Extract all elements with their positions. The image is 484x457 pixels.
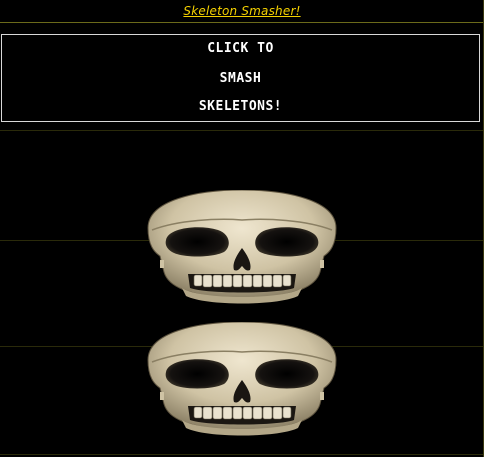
skeleton-smasher-link[interactable]: Skeleton Smasher! xyxy=(0,4,484,18)
instruction-line-3: SKELETONS! xyxy=(198,99,283,114)
divider-line xyxy=(0,22,484,23)
divider-line xyxy=(0,454,484,455)
instruction-line-1: CLICK TO xyxy=(207,41,274,56)
instruction-line-2: SMASH xyxy=(219,71,262,86)
game-page: Skeleton Smasher! CLICK TO SMASH SKELETO… xyxy=(0,0,484,457)
skull-target[interactable] xyxy=(138,190,346,306)
divider-line xyxy=(0,130,484,131)
skull-target[interactable] xyxy=(138,322,346,438)
instructions-box: CLICK TO SMASH SKELETONS! xyxy=(1,34,480,122)
